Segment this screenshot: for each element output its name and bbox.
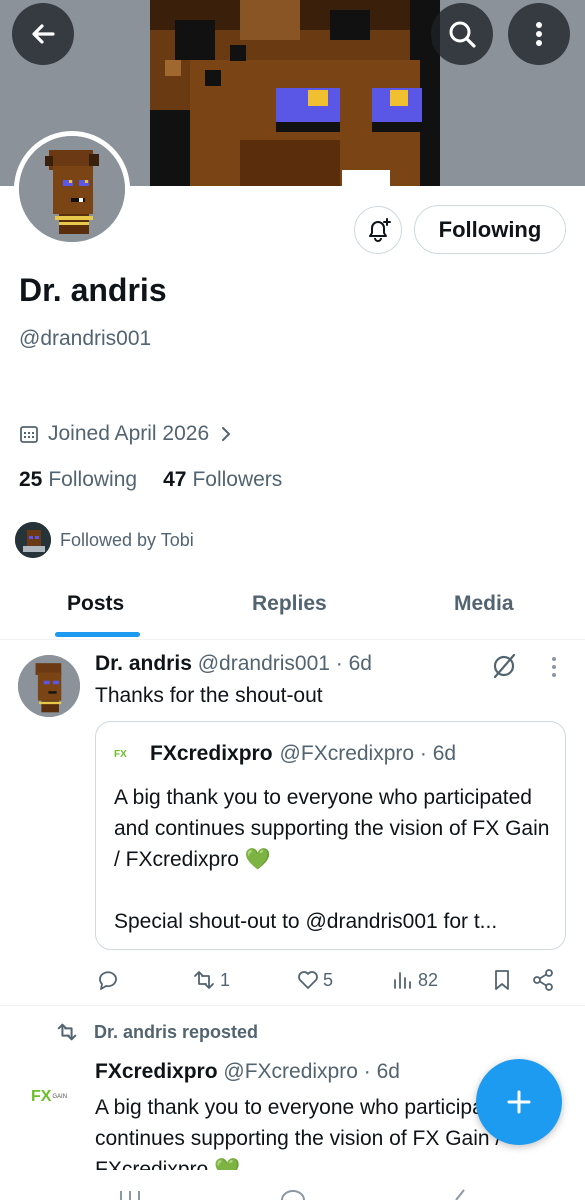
home-icon[interactable] xyxy=(280,1189,306,1200)
followed-by[interactable]: Followed by Tobi xyxy=(15,522,194,558)
notifications-toggle-button[interactable] xyxy=(354,206,402,254)
views-button[interactable]: 82 xyxy=(391,965,438,995)
search-button[interactable] xyxy=(431,3,493,65)
repost-count: 1 xyxy=(220,969,231,990)
post2-header[interactable]: FXcredixpro @FXcredixpro · 6d xyxy=(95,1060,400,1084)
chevron-right-icon xyxy=(222,427,231,441)
following-count: 25 xyxy=(19,468,43,491)
compose-post-button[interactable] xyxy=(476,1059,562,1145)
bookmark-button[interactable] xyxy=(490,965,514,995)
like-count: 5 xyxy=(323,969,334,990)
follow-counts: 25 Following 47 Followers xyxy=(19,468,282,492)
brand-logo-sub: GAIN xyxy=(52,1094,68,1100)
following-count-link[interactable]: 25 Following xyxy=(19,468,137,492)
profile-avatar[interactable] xyxy=(14,131,130,247)
reply-button[interactable] xyxy=(96,965,120,995)
post-author-avatar[interactable] xyxy=(18,655,80,717)
repost-indicator: Dr. andris reposted xyxy=(54,1021,258,1043)
quoted-author-name: FXcredixpro xyxy=(150,742,273,765)
post-divider xyxy=(0,1005,585,1006)
system-back-icon[interactable] xyxy=(450,1189,470,1200)
repost-label: Dr. andris reposted xyxy=(94,1021,259,1042)
more-vertical-icon xyxy=(536,22,542,46)
views-count: 82 xyxy=(418,969,439,990)
bookmark-icon xyxy=(495,970,509,990)
quoted-text-line1: A big thank you to everyone who particip… xyxy=(114,786,550,871)
views-icon xyxy=(394,972,411,989)
tab-posts[interactable]: Posts xyxy=(67,592,124,616)
back-button[interactable] xyxy=(12,3,74,65)
avatar-pixel-art xyxy=(19,136,125,242)
search-icon xyxy=(449,21,476,48)
active-tab-indicator xyxy=(55,632,140,637)
like-button[interactable]: 5 xyxy=(296,965,333,995)
quoted-author-logo: FX xyxy=(114,748,127,760)
quoted-post-header: FX FXcredixpro @FXcredixpro · 6d xyxy=(114,742,456,766)
more-options-button[interactable] xyxy=(508,3,570,65)
tab-media[interactable]: Media xyxy=(454,592,514,616)
share-icon xyxy=(533,969,553,991)
following-label: Following xyxy=(48,468,138,491)
post-author-name: Dr. andris xyxy=(95,652,192,675)
joined-date[interactable]: Joined April 2026 xyxy=(19,422,234,446)
quoted-post-meta: @FXcredixpro · 6d xyxy=(279,742,457,765)
followed-by-label: Followed by Tobi xyxy=(60,529,194,550)
followers-label: Followers xyxy=(192,468,283,491)
notification-bell-icon xyxy=(369,218,391,242)
post-more-icon[interactable] xyxy=(546,655,562,679)
joined-label: Joined April 2026 xyxy=(48,422,210,445)
followers-count-link[interactable]: 47 Followers xyxy=(163,468,282,492)
followers-count: 47 xyxy=(163,468,187,491)
quoted-post[interactable]: FX FXcredixpro @FXcredixpro · 6d A big t… xyxy=(95,721,566,950)
quoted-text-line2: Special shout-out to @drandris001 for t.… xyxy=(114,910,498,933)
post-text: Thanks for the shout-out xyxy=(95,684,323,707)
following-button[interactable]: Following xyxy=(414,205,566,254)
profile-name: Dr. andris xyxy=(19,272,167,308)
post-header[interactable]: Dr. andris @drandris001 · 6d xyxy=(95,652,372,676)
share-button[interactable] xyxy=(531,965,555,995)
post2-author-avatar[interactable]: FX GAIN xyxy=(18,1066,80,1128)
profile-tabs: Posts Replies Media xyxy=(0,578,585,640)
post2-author-name: FXcredixpro xyxy=(95,1060,218,1083)
repost-icon xyxy=(194,971,214,989)
quoted-post-body: A big thank you to everyone who particip… xyxy=(114,782,554,968)
tab-replies[interactable]: Replies xyxy=(252,592,327,616)
post-meta: @drandris001 · 6d xyxy=(197,652,372,675)
plus-icon xyxy=(507,1090,531,1114)
brand-logo-main: FX xyxy=(30,1088,52,1105)
post2-meta: @FXcredixpro · 6d xyxy=(223,1060,400,1083)
reply-icon xyxy=(99,971,117,990)
back-arrow-icon xyxy=(32,24,55,44)
profile-handle: @drandris001 xyxy=(19,327,152,350)
follower-avatar xyxy=(15,522,51,558)
repost-indicator-icon xyxy=(57,1023,77,1041)
repost-button[interactable]: 1 xyxy=(191,965,230,995)
grok-icon[interactable] xyxy=(490,652,518,680)
recent-apps-icon[interactable] xyxy=(118,1189,142,1200)
system-navigation-bar xyxy=(0,1172,585,1200)
like-icon xyxy=(298,971,318,989)
calendar-icon xyxy=(20,426,38,443)
